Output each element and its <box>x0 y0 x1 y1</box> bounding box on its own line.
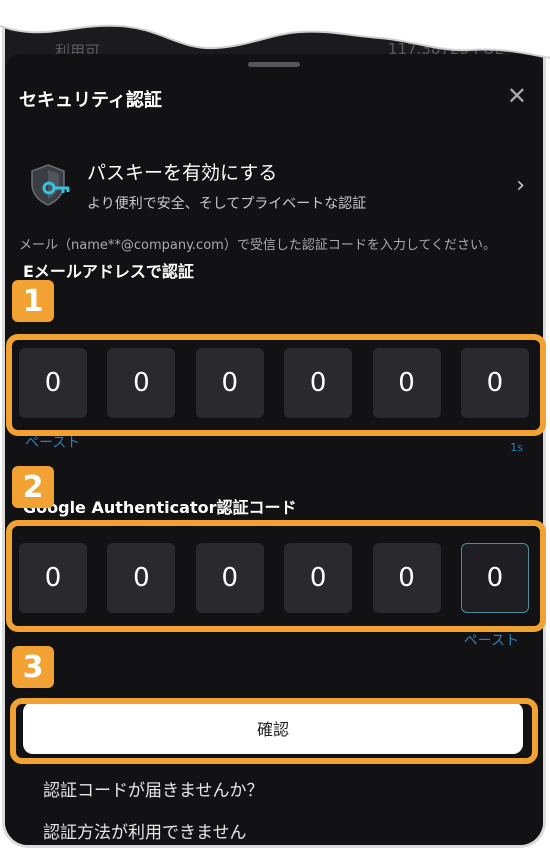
method-unavailable-link[interactable]: 認証方法が利用できません <box>43 818 247 843</box>
step-badge-3: 3 <box>12 646 54 688</box>
step-badge-1: 1 <box>12 280 54 322</box>
email-section-title: Eメールアドレスで認証 <box>23 262 194 281</box>
close-icon[interactable]: ✕ <box>507 84 527 108</box>
google-paste-link[interactable]: ペースト <box>464 630 519 650</box>
step-badge-2: 2 <box>12 466 54 508</box>
highlight-frame-google-code <box>6 520 546 632</box>
chevron-right-icon: › <box>516 172 525 198</box>
highlight-frame-confirm <box>10 698 538 764</box>
passkey-enable-row[interactable]: パスキーを有効にする より便利で安全、そしてプライベートな認証 › <box>27 150 525 220</box>
sheet-title: セキュリティ認証 <box>19 90 162 111</box>
passkey-subtitle: より便利で安全、そしてプライベートな認証 <box>87 195 367 212</box>
google-section-title: Google Authenticator認証コード <box>23 498 297 517</box>
passkey-title: パスキーを有効にする <box>87 161 278 184</box>
shield-key-icon <box>31 164 70 206</box>
passkey-text: パスキーを有効にする より便利で安全、そしてプライベートな認証 <box>87 158 516 213</box>
email-resend-timer: 1s <box>510 441 523 454</box>
email-description: メール（name**@company.com）で受信した認証コードを入力してくだ… <box>19 238 497 253</box>
no-code-link[interactable]: 認証コードが届きませんか？ <box>43 776 264 801</box>
torn-edge-decoration <box>0 0 550 59</box>
highlight-frame-email-code <box>6 334 546 436</box>
